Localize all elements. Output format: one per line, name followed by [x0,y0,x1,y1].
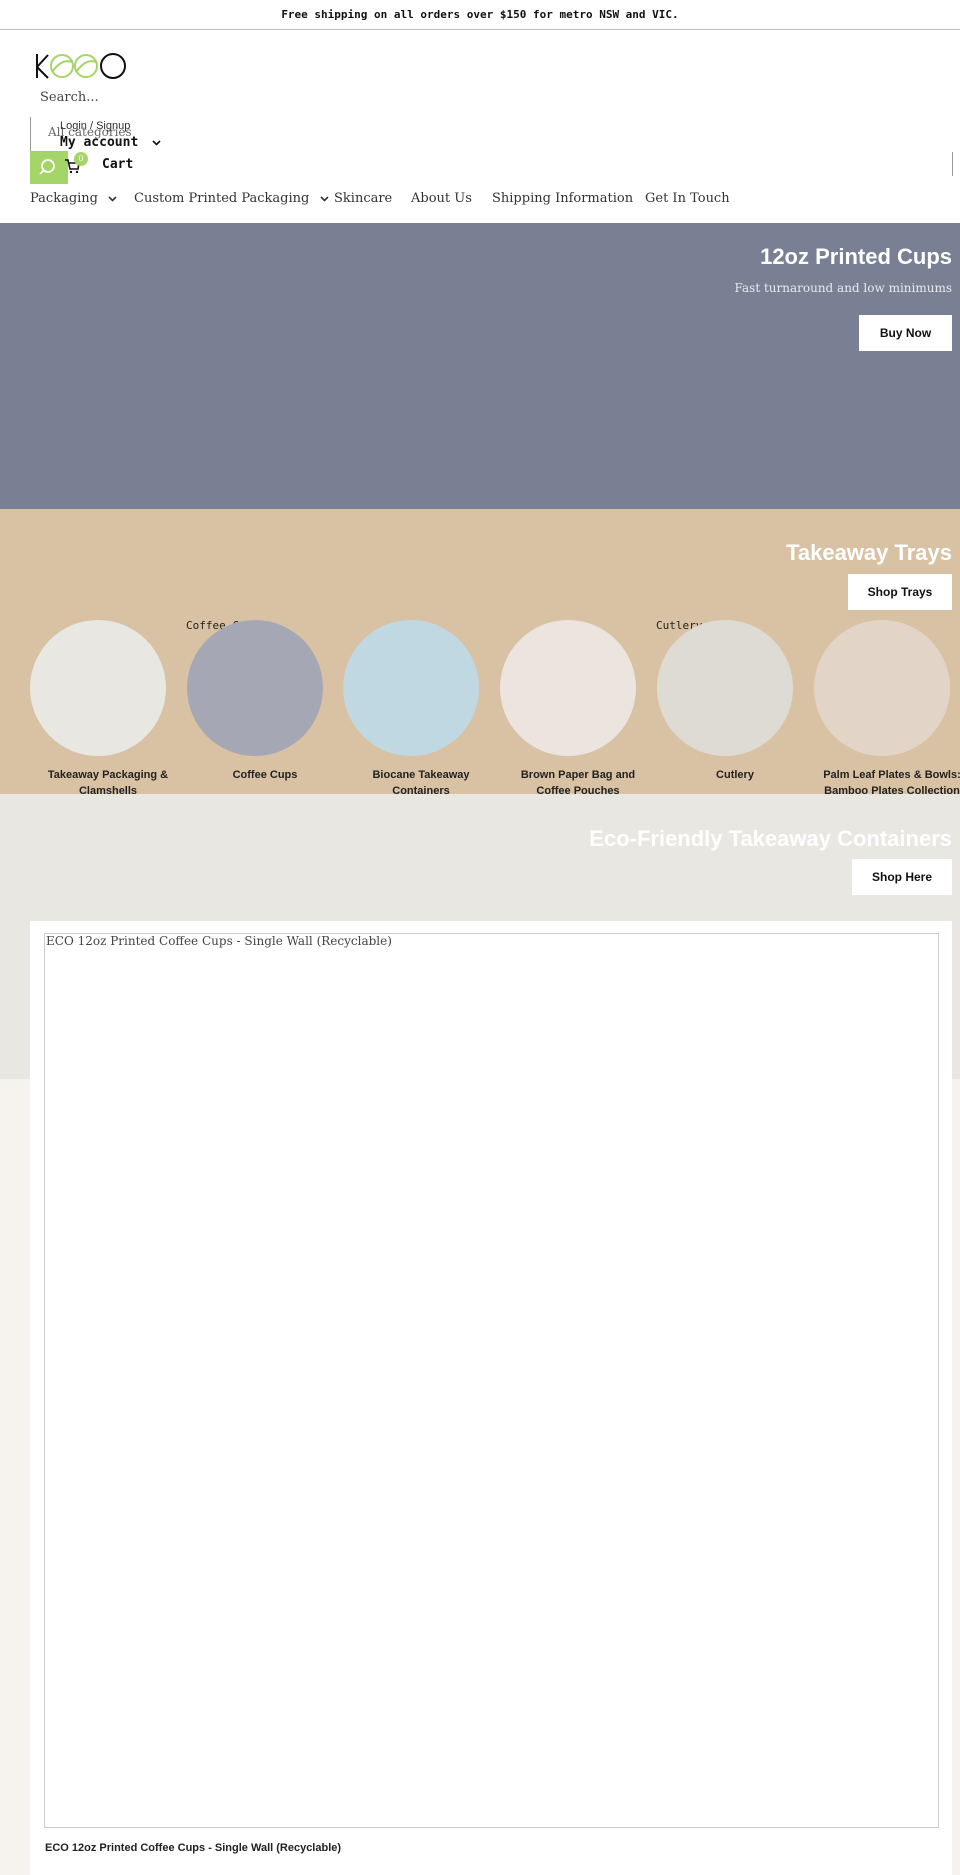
my-account-menu[interactable]: My account [60,135,161,150]
category-image[interactable] [657,620,793,756]
category-image[interactable] [343,620,479,756]
product-name[interactable]: ECO 12oz Printed Coffee Cups - Single Wa… [45,1842,341,1854]
category-label[interactable]: Coffee Cups [190,767,340,783]
cart-link[interactable]: Cart [102,157,133,172]
announcement-bar: Free shipping on all orders over $150 fo… [0,0,960,30]
nav-about-us[interactable]: About Us [411,191,472,206]
category-label[interactable]: Brown Paper Bag and Coffee Pouches [503,767,653,799]
trays-title: Takeaway Trays [786,540,952,565]
category-image[interactable] [187,620,323,756]
nav-label: Packaging [30,191,98,206]
category-label[interactable]: Cutlery [660,767,810,783]
product-image[interactable] [44,933,939,1828]
search-button[interactable] [30,151,68,184]
shop-here-button[interactable]: Shop Here [852,859,952,895]
nav-label: Custom Printed Packaging [134,191,310,206]
hero-title: 12oz Printed Cups [760,244,952,269]
login-signup-link[interactable]: Login / Signup [60,120,130,132]
chevron-down-icon [152,140,161,146]
keeo-logo[interactable] [34,50,134,86]
my-account-label: My account [60,135,139,150]
header-divider [952,152,953,176]
chevron-down-icon [319,196,329,202]
cart-count-badge: 0 [74,152,88,166]
category-image[interactable] [500,620,636,756]
shop-trays-button[interactable]: Shop Trays [848,574,952,610]
category-label[interactable]: Takeaway Packaging & Clamshells [33,767,183,799]
search-input[interactable]: Search... [40,90,99,105]
search-field-border [30,117,31,153]
eco-title: Eco-Friendly Takeaway Containers [589,826,952,851]
nav-get-in-touch[interactable]: Get In Touch [645,191,730,206]
hero-subtitle: Fast turnaround and low minimums [734,281,953,295]
nav-custom-printed-packaging[interactable]: Custom Printed Packaging [134,191,329,206]
buy-now-button[interactable]: Buy Now [859,315,952,351]
category-label[interactable]: Biocane Takeaway Containers [346,767,496,799]
nav-skincare[interactable]: Skincare [334,191,392,206]
category-image[interactable] [814,620,950,756]
category-image[interactable] [30,620,166,756]
product-image-alt-text: ECO 12oz Printed Coffee Cups - Single Wa… [46,934,392,948]
chevron-down-icon [108,196,117,202]
search-icon [39,159,55,175]
nav-packaging[interactable]: Packaging [30,191,117,206]
nav-shipping-information[interactable]: Shipping Information [492,191,633,206]
category-label[interactable]: Palm Leaf Plates & Bowls: Bamboo Plates … [817,767,960,799]
